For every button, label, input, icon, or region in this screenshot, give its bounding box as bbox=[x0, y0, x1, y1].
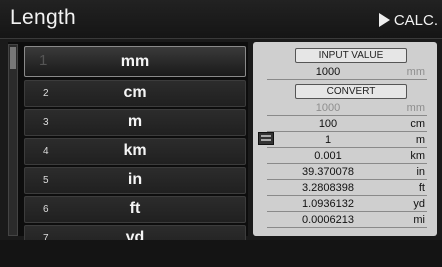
play-arrow-icon bbox=[378, 13, 390, 27]
conversion-unit: m bbox=[415, 134, 425, 146]
list-item-label: cm bbox=[123, 84, 147, 101]
conversion-row: 0.001 km bbox=[267, 150, 427, 164]
title-bar: Length CALC. bbox=[0, 0, 442, 39]
footer-bar bbox=[0, 240, 442, 267]
conversion-unit: km bbox=[410, 150, 425, 162]
calc-button[interactable]: CALC. bbox=[378, 9, 438, 31]
input-unit: mm bbox=[406, 66, 425, 78]
list-item-in[interactable]: 5 in bbox=[24, 167, 246, 194]
conversion-row: 100 cm bbox=[267, 118, 427, 132]
scrollbar-thumb[interactable] bbox=[10, 47, 16, 69]
conversion-value: 0.001 bbox=[314, 150, 342, 162]
conversion-row: 1.0936132 yd bbox=[267, 198, 427, 212]
input-value-label: INPUT VALUE bbox=[295, 48, 407, 63]
conversion-value: 1000 bbox=[315, 102, 341, 114]
page-title: Length bbox=[10, 6, 77, 29]
conversion-row: 0.0006213 mi bbox=[267, 214, 427, 228]
conversion-unit: mi bbox=[413, 214, 425, 226]
conversion-unit: ft bbox=[418, 182, 425, 194]
conversion-row: 1000 mm bbox=[267, 102, 427, 116]
conversion-unit: in bbox=[416, 166, 425, 178]
unit-list: 1 mm 2 cm 3 m 4 km 5 in 6 ft 7 yd bbox=[24, 46, 246, 254]
list-item-m[interactable]: 3 m bbox=[24, 109, 246, 136]
conversion-row: 1 m bbox=[267, 134, 427, 148]
list-item-label: ft bbox=[129, 200, 141, 217]
conversion-value: 1 bbox=[324, 134, 332, 146]
conversion-row: 3.2808398 ft bbox=[267, 182, 427, 196]
list-item-km[interactable]: 4 km bbox=[24, 138, 246, 165]
list-item-mm[interactable]: 1 mm bbox=[24, 46, 246, 77]
conversion-value: 3.2808398 bbox=[302, 182, 354, 194]
list-item-label: in bbox=[127, 171, 143, 188]
list-item-ft[interactable]: 6 ft bbox=[24, 196, 246, 223]
conversion-unit: cm bbox=[410, 118, 425, 130]
conversion-value: 39.370078 bbox=[302, 166, 354, 178]
conversion-value: 100 bbox=[318, 118, 338, 130]
list-item-label: m bbox=[127, 113, 143, 130]
convert-label: CONVERT bbox=[295, 84, 407, 99]
scrollbar[interactable] bbox=[8, 44, 18, 236]
conversion-panel: INPUT VALUE 1000 mm CONVERT 1000 mm 100 … bbox=[253, 42, 437, 236]
conversion-unit: yd bbox=[413, 198, 425, 210]
list-item-label: km bbox=[123, 142, 147, 159]
conversion-unit: mm bbox=[406, 102, 425, 114]
list-item-cm[interactable]: 2 cm bbox=[24, 80, 246, 107]
calc-button-label: CALC. bbox=[393, 11, 438, 29]
conversion-value: 0.0006213 bbox=[302, 214, 354, 226]
conversion-row: 39.370078 in bbox=[267, 166, 427, 180]
conversion-value: 1.0936132 bbox=[302, 198, 354, 210]
input-value: 1000 bbox=[315, 66, 341, 78]
input-value-row[interactable]: 1000 mm bbox=[267, 66, 427, 80]
list-item-label: mm bbox=[120, 53, 150, 70]
